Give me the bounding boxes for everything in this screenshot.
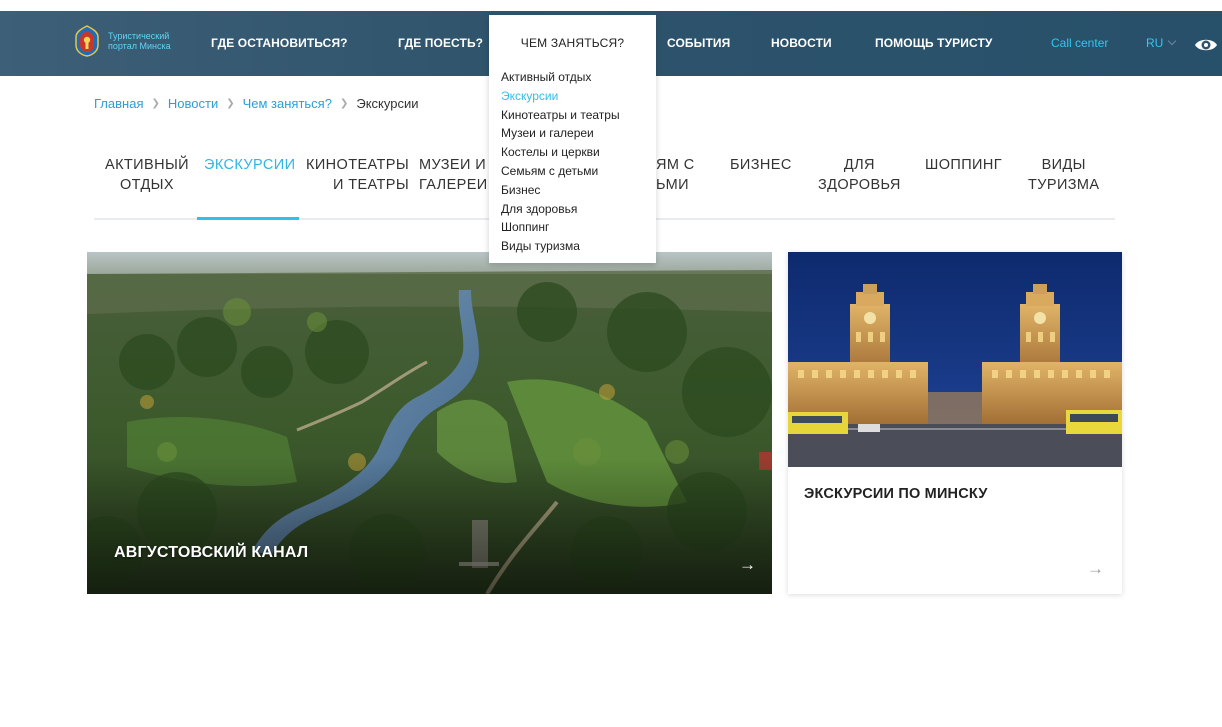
breadcrumb-news[interactable]: Новости — [168, 96, 218, 111]
tab-label: ЗДОРОВЬЯ — [818, 177, 901, 193]
eye-icon[interactable] — [1194, 35, 1218, 55]
chevron-right-icon: ❯ — [226, 98, 235, 109]
chevron-right-icon: ❯ — [339, 98, 349, 109]
dropdown-item-cinema-theatres[interactable]: Кинотеатры и театры — [501, 106, 620, 125]
tab-label: БИЗНЕС — [730, 157, 792, 173]
dropdown-item-museums[interactable]: Музеи и галереи — [501, 124, 620, 143]
dropdown-item-business[interactable]: Бизнес — [501, 181, 620, 200]
card-minsk-excursions[interactable]: ЭКСКУРСИИ ПО МИНСКУ → — [788, 252, 1122, 594]
tab-label: ЬМИ — [656, 177, 689, 193]
tab-tourism-types[interactable]: ВИДЫ ТУРИЗМА — [1028, 155, 1099, 195]
tab-label: ОТДЫХ — [120, 177, 174, 193]
arrow-right-icon: → — [1087, 559, 1104, 578]
tab-families[interactable]: ЯМ С ЬМИ — [656, 155, 695, 195]
card-title: АВГУСТОВСКИЙ КАНАЛ — [114, 544, 309, 561]
dropdown-list: Активный отдых Экскурсии Кинотеатры и те… — [501, 68, 620, 256]
dropdown-item-shopping[interactable]: Шоппинг — [501, 218, 620, 237]
tab-label: ЭКСКУРСИИ — [204, 157, 296, 173]
tab-active-rest[interactable]: АКТИВНЫЙ ОТДЫХ — [105, 155, 189, 195]
dropdown-item-active-rest[interactable]: Активный отдых — [501, 68, 620, 87]
nav-news[interactable]: НОВОСТИ — [771, 11, 832, 76]
language-value: RU — [1146, 36, 1164, 50]
dropdown-item-excursions[interactable]: Экскурсии — [501, 87, 620, 106]
tab-label: АКТИВНЫЙ — [105, 157, 189, 173]
minsk-gates-photo — [788, 252, 1122, 467]
dropdown-item-tourism-types[interactable]: Виды туризма — [501, 237, 620, 256]
breadcrumb-home[interactable]: Главная — [94, 96, 143, 111]
active-tab-indicator — [197, 217, 299, 220]
nav-where-to-eat[interactable]: ГДЕ ПОЕСТЬ? — [398, 11, 483, 76]
nav-what-to-do[interactable]: ЧЕМ ЗАНЯТЬСЯ? — [489, 15, 656, 71]
todo-dropdown-menu: ЧЕМ ЗАНЯТЬСЯ? Активный отдых Экскурсии К… — [489, 15, 656, 263]
breadcrumb: Главная ❯ Новости ❯ Чем заняться? ❯ Экск… — [94, 96, 418, 111]
dropdown-item-families[interactable]: Семьям с детьми — [501, 162, 620, 181]
logo-line-1: Туристический — [108, 31, 170, 41]
tab-label: ЯМ С — [656, 157, 695, 173]
site-logo[interactable]: Туристический портал Минска — [74, 25, 188, 57]
tab-museums[interactable]: МУЗЕИ И ГАЛЕРЕИ — [419, 155, 488, 195]
arrow-right-icon: → — [739, 555, 756, 574]
tab-business[interactable]: БИЗНЕС — [730, 155, 792, 175]
chevron-right-icon: ❯ — [151, 98, 160, 109]
nav-events[interactable]: СОБЫТИЯ — [667, 11, 730, 76]
tab-label: МУЗЕИ И — [419, 157, 487, 173]
nav-where-to-stay[interactable]: ГДЕ ОСТАНОВИТЬСЯ? — [211, 11, 348, 76]
chevron-down-icon — [1168, 36, 1177, 46]
minsk-emblem-icon — [74, 25, 100, 57]
tab-shopping[interactable]: ШОППИНГ — [925, 155, 1002, 175]
tab-label: ТУРИЗМА — [1028, 177, 1100, 193]
breadcrumb-what-to-do[interactable]: Чем заняться? — [243, 96, 332, 111]
tab-label: ВИДЫ — [1041, 157, 1086, 173]
dropdown-item-churches[interactable]: Костелы и церкви — [501, 143, 620, 162]
tab-label: И ТЕАТРЫ — [332, 177, 410, 193]
canal-aerial-photo — [87, 252, 772, 594]
tab-label: ШОППИНГ — [925, 157, 1002, 173]
tab-excursions[interactable]: ЭКСКУРСИИ — [204, 155, 295, 175]
tab-label: КИНОТЕАТРЫ — [306, 157, 410, 173]
nav-tourist-help[interactable]: ПОМОЩЬ ТУРИСТУ — [875, 11, 992, 76]
tab-health[interactable]: ДЛЯ ЗДОРОВЬЯ — [818, 155, 901, 195]
dropdown-item-health[interactable]: Для здоровья — [501, 200, 620, 219]
card-augustow-canal[interactable]: АВГУСТОВСКИЙ КАНАЛ → — [87, 252, 772, 594]
logo-text: Туристический портал Минска — [108, 31, 188, 51]
tab-label: ДЛЯ — [843, 157, 875, 173]
tab-cinema-theatres[interactable]: КИНОТЕАТРЫ И ТЕАТРЫ — [306, 155, 409, 195]
language-select[interactable]: RU — [1146, 11, 1177, 76]
logo-line-2: портал Минска — [108, 41, 171, 51]
breadcrumb-current: Экскурсии — [356, 96, 419, 111]
tab-label: ГАЛЕРЕИ — [419, 177, 488, 193]
call-center-link[interactable]: Call center — [1051, 11, 1108, 76]
card-title: ЭКСКУРСИИ ПО МИНСКУ — [804, 486, 988, 502]
